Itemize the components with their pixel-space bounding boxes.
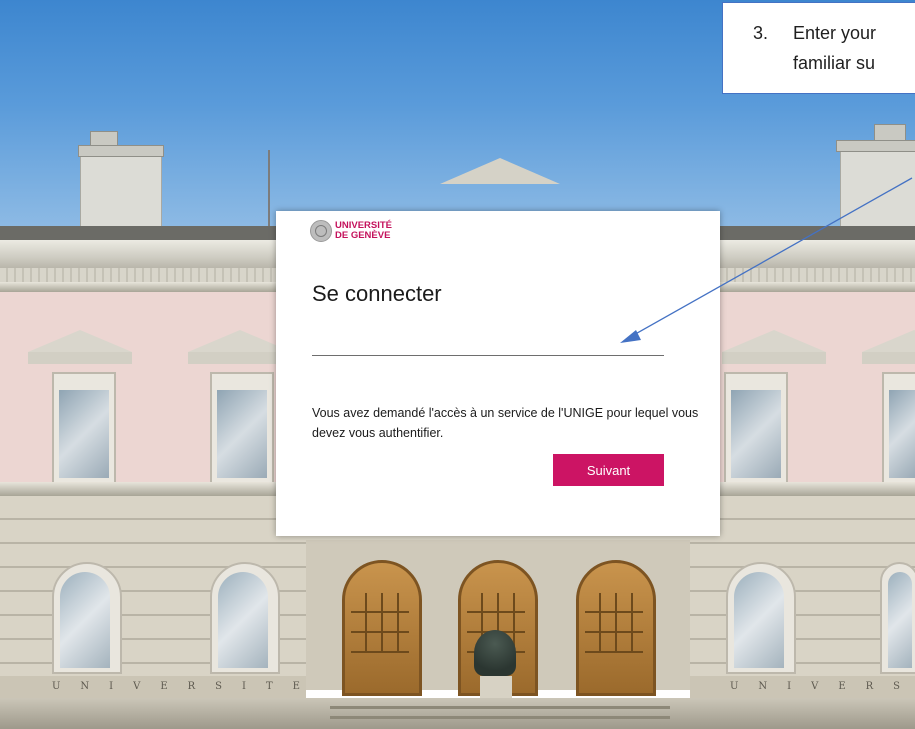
pointer-arrow: [620, 177, 913, 343]
screenshot-stage: UNIVERSITE UNIVERSITE UNIVERSITÉ DE GENÈ…: [0, 0, 915, 729]
arrow-line: [631, 177, 913, 337]
arrow-head: [620, 330, 641, 343]
